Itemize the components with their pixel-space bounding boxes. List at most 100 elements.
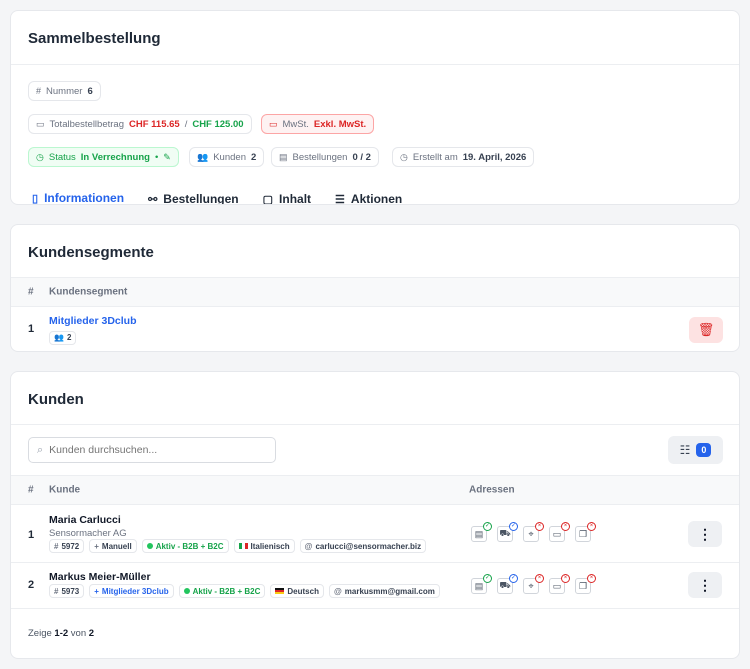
germany-flag-icon bbox=[275, 588, 285, 594]
sliders-icon: ☷ bbox=[679, 443, 691, 457]
vat-label: MwSt. bbox=[282, 118, 309, 130]
card-address-icon[interactable]: ▭ × bbox=[549, 522, 570, 542]
row-number: 1 bbox=[28, 323, 35, 335]
users-icon: 👥 bbox=[197, 151, 209, 162]
search-box[interactable]: ⌕ bbox=[28, 437, 276, 463]
italy-flag-icon bbox=[238, 543, 248, 549]
card-address-icon[interactable]: ▭ × bbox=[549, 574, 570, 594]
tab-inhalt[interactable]: ▢ Inhalt bbox=[259, 183, 317, 205]
clock-icon: ◷ bbox=[36, 151, 44, 162]
col-segment: Kundensegment bbox=[49, 286, 128, 298]
hash-icon: # bbox=[36, 86, 42, 96]
row-menu-button[interactable]: ⋮ bbox=[688, 572, 722, 598]
box-icon: ▢ bbox=[262, 193, 274, 205]
plus-icon: + bbox=[94, 541, 99, 551]
check-icon: ✓ bbox=[483, 522, 492, 531]
number-value: 6 bbox=[87, 85, 93, 97]
address-icons: ▤ ✓ ⛟ ✓ ⌖ × ▭ × ❐ × bbox=[471, 574, 596, 594]
orders-chip: ▤ Bestellungen 0 / 2 bbox=[271, 147, 379, 167]
delete-button[interactable]: 🗑 bbox=[689, 317, 723, 343]
status-dot bbox=[146, 543, 153, 549]
users-icon: 👥 bbox=[54, 333, 64, 342]
page-title: Sammelbestellung bbox=[28, 30, 161, 47]
col-number: # bbox=[28, 286, 34, 298]
customer-name[interactable]: Markus Meier-Müller bbox=[49, 571, 151, 583]
document-icon: ▯ bbox=[32, 192, 39, 205]
customers-chip: 👥 Kunden 2 bbox=[189, 147, 265, 167]
tab-aktionen[interactable]: ☰ Aktionen bbox=[331, 183, 408, 205]
orders-label: Bestellungen bbox=[292, 151, 348, 163]
filter-count-badge: 0 bbox=[696, 443, 712, 457]
row-divider bbox=[11, 608, 739, 609]
link-icon: ⚯ bbox=[148, 193, 158, 205]
row-divider bbox=[11, 562, 739, 563]
check-icon: ✓ bbox=[509, 522, 518, 531]
segment-count: 👥 2 bbox=[49, 329, 77, 345]
search-input[interactable] bbox=[49, 444, 260, 456]
receipt-icon: ▤ bbox=[279, 151, 288, 162]
col-number: # bbox=[28, 484, 34, 496]
stack-address-icon[interactable]: ❐ × bbox=[575, 574, 596, 594]
vat-value: Exkl. MwSt. bbox=[313, 118, 367, 130]
invoice-address-icon[interactable]: ▤ ✓ bbox=[471, 574, 492, 594]
table-header: # Kundensegment bbox=[11, 277, 739, 307]
x-icon: × bbox=[587, 574, 596, 583]
tab-informationen[interactable]: ▯ Informationen bbox=[28, 183, 130, 205]
hash-icon: # bbox=[54, 586, 59, 596]
tab-bar: ▯ Informationen ⚯ Bestellungen ▢ Inhalt … bbox=[28, 183, 422, 205]
money-icon: ▭ bbox=[269, 118, 278, 129]
check-icon: ✓ bbox=[483, 574, 492, 583]
segments-card: Kundensegmente # Kundensegment 1 Mitglie… bbox=[10, 224, 740, 352]
orders-value: 0 / 2 bbox=[352, 151, 371, 163]
address-icons: ▤ ✓ ⛟ ✓ ⌖ × ▭ × ❐ × bbox=[471, 522, 596, 542]
created-label: Erstellt am bbox=[412, 151, 458, 163]
customer-name[interactable]: Maria Carlucci bbox=[49, 514, 121, 526]
pickup-address-icon[interactable]: ⌖ × bbox=[523, 574, 544, 594]
customers-value: 2 bbox=[250, 151, 257, 163]
total-label: Totalbestellbetrag bbox=[49, 118, 124, 130]
divider bbox=[11, 424, 739, 425]
status-dot bbox=[183, 588, 190, 594]
segment-link[interactable]: Mitglieder 3Dclub bbox=[49, 315, 137, 327]
hash-icon: # bbox=[54, 541, 59, 551]
tab-bestellungen[interactable]: ⚯ Bestellungen bbox=[144, 183, 245, 205]
at-icon: @ bbox=[333, 586, 342, 596]
email-tag[interactable]: @ markusmm@gmail.com bbox=[328, 584, 440, 598]
shipping-address-icon[interactable]: ⛟ ✓ bbox=[497, 574, 518, 594]
row-number: 1 bbox=[28, 529, 35, 541]
check-icon: ✓ bbox=[509, 574, 518, 583]
clock-icon: ◷ bbox=[400, 151, 408, 162]
email-tag[interactable]: @ carlucci@sensormacher.biz bbox=[299, 539, 427, 553]
vat-chip: ▭ MwSt. Exkl. MwSt. bbox=[261, 114, 375, 134]
status-value: In Verrechnung bbox=[80, 151, 150, 163]
number-chip: # Nummer 6 bbox=[28, 81, 101, 101]
status-tag: Aktiv - B2B + B2C bbox=[141, 539, 229, 553]
table-header: # Kunde Adressen bbox=[11, 475, 739, 505]
order-card: Sammelbestellung # Nummer 6 ▭ Totalbeste… bbox=[10, 10, 740, 205]
sliders-icon: ☰ bbox=[335, 193, 345, 205]
total-value: CHF 115.65 bbox=[128, 118, 180, 130]
status-label: Status bbox=[48, 151, 76, 163]
pagination-info: Zeige 1-2 von 2 bbox=[28, 628, 95, 639]
total-target: CHF 125.00 bbox=[192, 118, 244, 130]
col-addresses: Adressen bbox=[469, 484, 515, 496]
source-tag: + Mitglieder 3Dclub bbox=[89, 584, 174, 598]
status-chip[interactable]: ◷ Status In Verrechnung • ✎ bbox=[28, 147, 179, 167]
created-value: 19. April, 2026 bbox=[462, 151, 527, 163]
bullet-icon: • bbox=[154, 151, 159, 163]
row-menu-button[interactable]: ⋮ bbox=[688, 521, 722, 547]
stack-address-icon[interactable]: ❐ × bbox=[575, 522, 596, 542]
status-tag: Aktiv - B2B + B2C bbox=[178, 584, 266, 598]
x-icon: × bbox=[587, 522, 596, 531]
edit-icon[interactable]: ✎ bbox=[163, 152, 171, 163]
filter-button[interactable]: ☷ 0 bbox=[668, 436, 723, 464]
created-chip: ◷ Erstellt am 19. April, 2026 bbox=[392, 147, 535, 167]
shipping-address-icon[interactable]: ⛟ ✓ bbox=[497, 522, 518, 542]
plus-icon: + bbox=[94, 586, 99, 596]
total-chip: ▭ Totalbestellbetrag CHF 115.65 / CHF 12… bbox=[28, 114, 252, 134]
at-icon: @ bbox=[304, 541, 313, 551]
pickup-address-icon[interactable]: ⌖ × bbox=[523, 522, 544, 542]
invoice-address-icon[interactable]: ▤ ✓ bbox=[471, 522, 492, 542]
source-tag: + Manuell bbox=[89, 539, 137, 553]
search-icon: ⌕ bbox=[37, 443, 44, 456]
